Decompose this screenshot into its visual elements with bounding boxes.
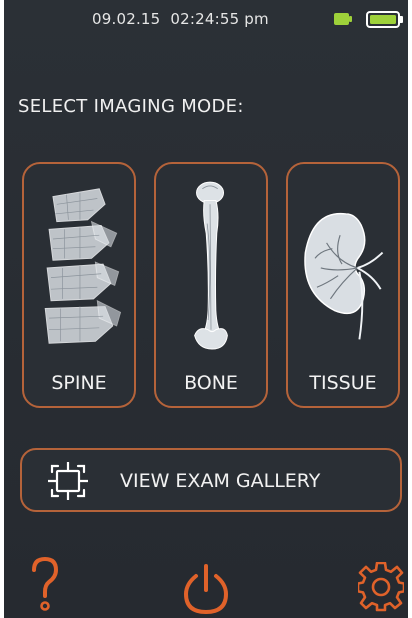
help-icon[interactable] [30,556,60,612]
spine-mode-button[interactable]: SPINE [22,162,136,408]
device-battery-icon [366,11,403,28]
bone-label: BONE [184,372,238,394]
tissue-mode-button[interactable]: TISSUE [286,162,400,408]
bone-xray-icon [194,181,228,350]
device-screen: 09.02.15 02:24:55 pm SELECT IMAGING MODE… [4,0,408,618]
gallery-label: VIEW EXAM GALLERY [120,470,321,492]
spine-xray-icon [44,188,122,344]
page-title: SELECT IMAGING MODE: [18,96,244,117]
tissue-label: TISSUE [309,372,377,394]
probe-battery-icon [334,13,352,25]
status-time: 02:24:55 pm [170,10,269,28]
view-exam-gallery-button[interactable]: VIEW EXAM GALLERY [20,448,402,512]
power-icon[interactable] [184,562,228,614]
status-date: 09.02.15 [92,10,161,28]
bone-mode-button[interactable]: BONE [154,162,268,408]
spine-label: SPINE [51,372,107,394]
kidney-tissue-icon [304,212,384,340]
date-time: 09.02.15 02:24:55 pm [92,10,269,28]
gear-icon[interactable] [358,562,404,612]
gallery-frame-icon [48,462,88,500]
status-bar: 09.02.15 02:24:55 pm [4,6,408,32]
